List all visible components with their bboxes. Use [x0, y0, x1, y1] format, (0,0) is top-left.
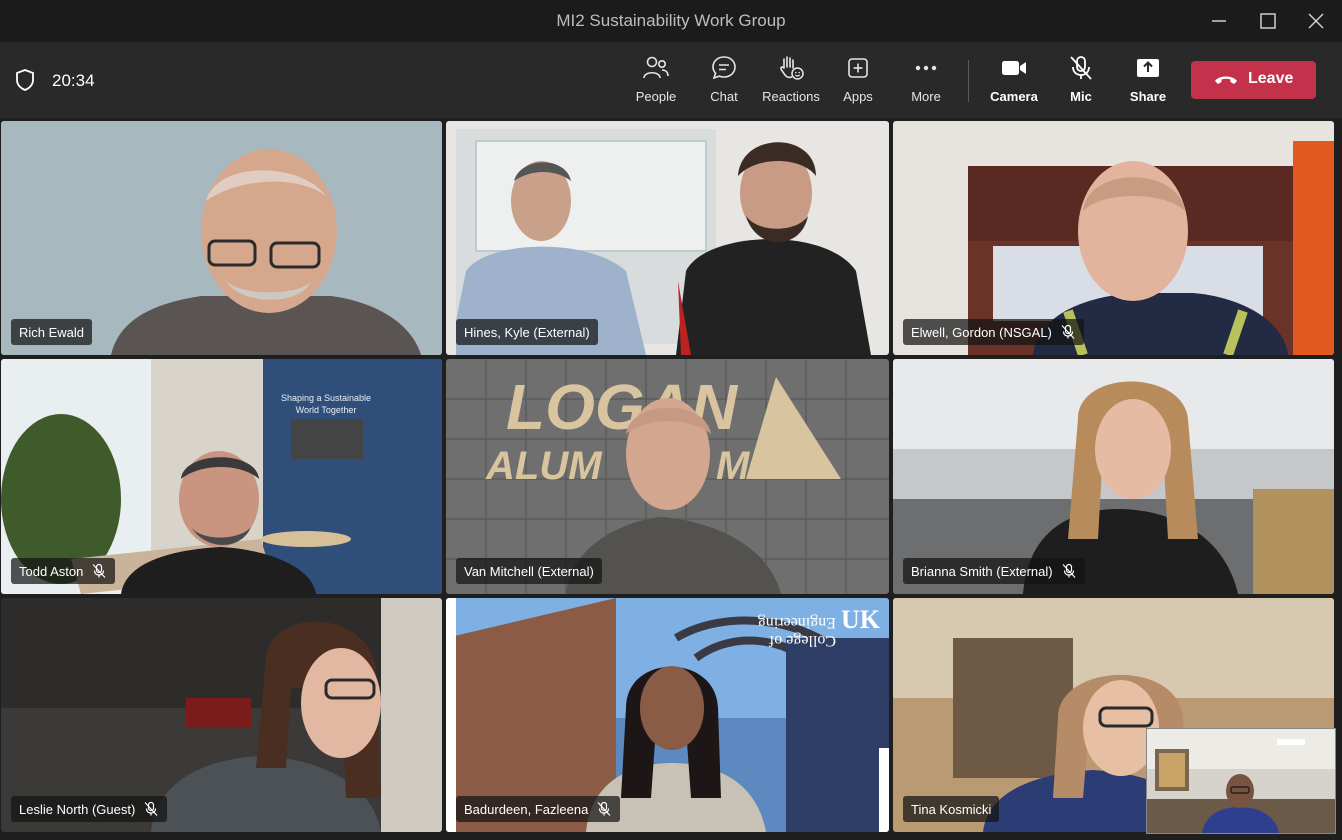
minimize-icon[interactable] — [1206, 8, 1232, 34]
mic-off-icon — [144, 801, 158, 816]
participant-name-tag: Van Mitchell (External) — [456, 558, 602, 584]
title-bar: MI2 Sustainability Work Group — [0, 0, 1342, 42]
close-icon[interactable] — [1303, 8, 1329, 34]
participant-name: Leslie North (Guest) — [19, 801, 136, 817]
people-button[interactable]: People — [622, 54, 690, 110]
chat-button[interactable]: Chat — [690, 54, 758, 110]
video-tile[interactable]: Leslie North (Guest) — [1, 598, 442, 832]
meeting-toolbar: 20:34 People Chat Reactions Apps More Ca… — [0, 42, 1342, 118]
raise-hand-icon — [780, 56, 804, 80]
participant-name: Rich Ewald — [19, 324, 85, 340]
more-label: More — [911, 89, 941, 104]
video-tile[interactable]: Shaping a Sustainable World Together Tod… — [1, 359, 442, 594]
shield-icon[interactable] — [14, 68, 36, 92]
camera-icon — [1002, 61, 1026, 75]
wall-text: Shaping a Sustainable — [281, 393, 371, 403]
video-tile[interactable]: Elwell, Gordon (NSGAL) — [893, 121, 1334, 355]
participant-name-tag: Badurdeen, Fazleena — [456, 796, 621, 822]
participant-name-tag: Leslie North (Guest) — [11, 796, 168, 822]
participant-name: Elwell, Gordon (NSGAL) — [911, 324, 1052, 340]
participant-name: Van Mitchell (External) — [464, 563, 594, 579]
participant-name-tag: Tina Kosmicki — [903, 796, 1000, 822]
reactions-button[interactable]: Reactions — [757, 54, 825, 110]
reactions-label: Reactions — [762, 89, 820, 104]
toolbar-divider — [968, 60, 969, 102]
meeting-timer: 20:34 — [52, 71, 95, 90]
participant-name: Todd Aston — [19, 563, 84, 579]
more-button[interactable]: More — [892, 54, 960, 110]
maximize-icon[interactable] — [1255, 8, 1281, 34]
apps-icon — [848, 58, 868, 78]
video-tile[interactable]: College of Engineering UK Badurdeen, Faz… — [446, 598, 889, 832]
leave-label: Leave — [1248, 70, 1294, 87]
video-tile[interactable]: Brianna Smith (External) — [893, 359, 1334, 594]
self-view-preview[interactable] — [1146, 728, 1336, 834]
mic-off-icon — [92, 563, 106, 578]
logan-logo-text: ALUM — [485, 444, 603, 488]
participant-name: Brianna Smith (External) — [911, 563, 1053, 579]
share-label: Share — [1129, 89, 1167, 104]
mic-off-icon — [597, 801, 611, 816]
participant-name: Badurdeen, Fazleena — [464, 801, 589, 817]
participant-name-tag: Brianna Smith (External) — [903, 558, 1085, 584]
leave-button[interactable]: Leave — [1191, 61, 1316, 99]
uk-logo-text: Engineering — [758, 614, 836, 631]
hang-up-icon — [1215, 76, 1237, 84]
self-video-feed — [1147, 729, 1335, 833]
apps-label: Apps — [843, 89, 873, 104]
participant-name-tag: Hines, Kyle (External) — [456, 319, 598, 345]
chat-label: Chat — [710, 89, 738, 104]
participant-name-tag: Elwell, Gordon (NSGAL) — [903, 319, 1084, 345]
video-tile-active-speaker[interactable]: Hines, Kyle (External) — [446, 121, 889, 355]
mic-muted-icon — [1070, 56, 1092, 80]
uk-logo-mark: UK — [841, 605, 881, 634]
logan-logo-text: M — [716, 444, 751, 488]
video-tile[interactable]: Rich Ewald — [1, 121, 442, 355]
mic-button[interactable]: Mic — [1047, 54, 1115, 110]
people-label: People — [635, 89, 677, 104]
participant-name: Hines, Kyle (External) — [464, 324, 590, 340]
chat-icon — [712, 56, 736, 80]
wall-text: World Together — [296, 405, 357, 415]
share-icon — [1137, 59, 1159, 77]
mic-off-icon — [1061, 324, 1075, 339]
camera-label: Camera — [990, 89, 1038, 104]
uk-logo-text: College of — [768, 632, 836, 649]
participant-name: Tina Kosmicki — [911, 801, 992, 817]
window-title: MI2 Sustainability Work Group — [556, 11, 786, 30]
people-icon — [643, 56, 669, 79]
share-button[interactable]: Share — [1114, 54, 1182, 110]
camera-button[interactable]: Camera — [980, 54, 1048, 110]
participant-name-tag: Rich Ewald — [11, 319, 93, 345]
video-tile[interactable]: LOGAN ALUM M Van Mitchell (External) — [446, 359, 889, 594]
apps-button[interactable]: Apps — [824, 54, 892, 110]
mic-off-icon — [1062, 563, 1076, 578]
more-icon — [915, 65, 937, 71]
mic-label: Mic — [1070, 89, 1092, 104]
participant-name-tag: Todd Aston — [11, 558, 116, 584]
